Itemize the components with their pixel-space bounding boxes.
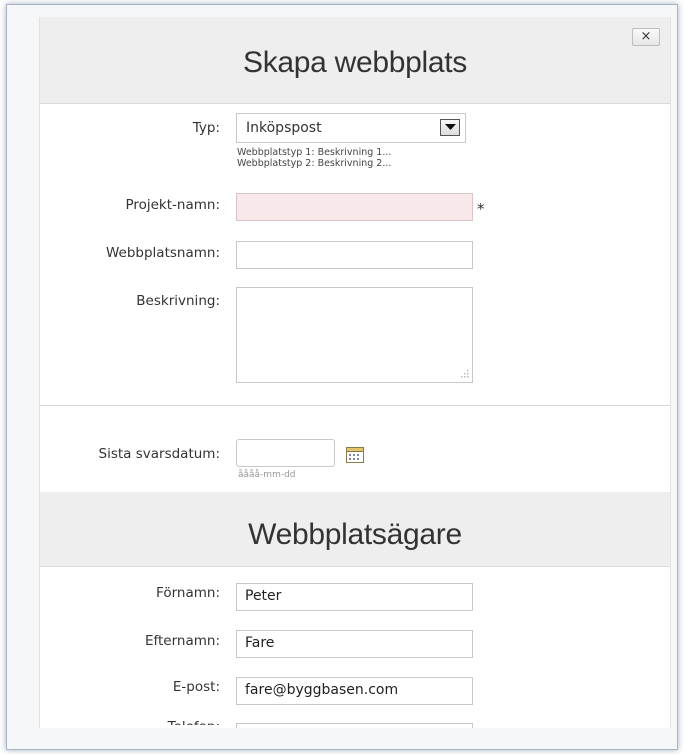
last-name-input[interactable]: Fare [236,630,473,658]
calendar-icon[interactable] [346,446,364,463]
last-name-label: Efternamn: [144,633,220,649]
email-label: E-post: [172,679,220,695]
phone-label: Telefon: [40,719,220,725]
type-select-value: Inköpspost [246,120,322,136]
type-hint-2: Webbplatstyp 2: Beskrivning 2... [237,158,392,169]
owner-section-title: Webbplatsägare [40,492,670,567]
date-format-hint: åååå-mm-dd [238,470,296,480]
description-label: Beskrivning: [136,293,220,309]
chevron-down-icon[interactable] [440,119,460,136]
type-select[interactable]: Inköpspost [236,113,466,143]
site-name-label: Webbplatsnamn: [105,245,220,261]
section-divider [40,405,670,406]
create-site-dialog: × Skapa webbplats Typ: Inköpspost Webbpl… [39,17,671,728]
description-textarea[interactable] [236,287,473,383]
first-name-label: Förnamn: [156,585,220,601]
type-hint-list: Webbplatstyp 1: Beskrivning 1... Webbpla… [237,147,391,169]
required-marker: * [477,200,485,218]
project-name-input[interactable] [236,193,473,221]
resize-grip-icon[interactable] [459,369,469,379]
email-input[interactable]: fare@byggbasen.com [236,677,473,705]
phone-input[interactable] [236,723,473,728]
project-name-label: Projekt-namn: [125,197,220,213]
site-name-input[interactable] [236,241,473,269]
deadline-label: Sista svarsdatum: [98,446,220,462]
type-hint-1: Webbplatstyp 1: Beskrivning 1... [237,147,392,158]
screenshot-frame: × Skapa webbplats Typ: Inköpspost Webbpl… [6,4,678,750]
deadline-date-input[interactable] [236,439,335,467]
close-button[interactable]: × [632,28,660,46]
type-label: Typ: [192,120,220,136]
dialog-title: Skapa webbplats [40,17,670,104]
first-name-input[interactable]: Peter [236,583,473,611]
